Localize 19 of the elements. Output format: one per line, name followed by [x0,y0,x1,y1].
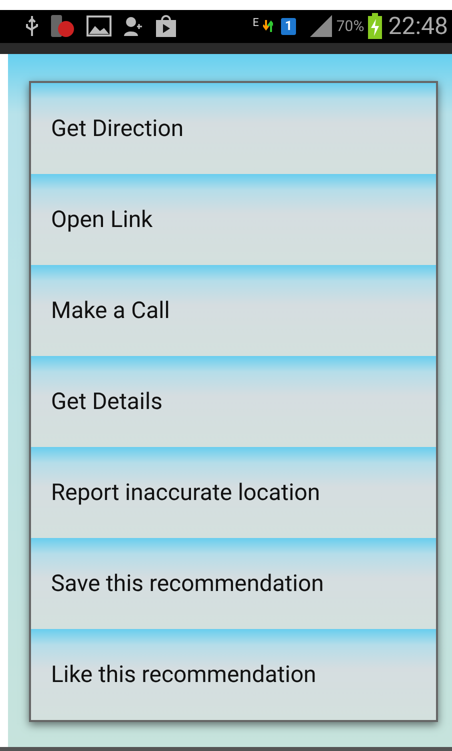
store-bag-icon [154,14,178,38]
network-type: E [252,16,259,30]
image-icon [86,15,112,38]
menu-item[interactable]: Get Details [31,356,436,448]
battery-charging-icon [368,13,382,40]
person-add-icon [122,15,144,38]
phone-record-icon [50,14,76,38]
menu-item[interactable]: Report inaccurate location [31,447,436,538]
menu-item[interactable]: Open Link [31,174,436,266]
usb-icon [24,15,40,38]
clock: 22:48 [388,12,448,40]
battery-percent: 70% [336,17,364,36]
menu-item[interactable]: Save this recommendation [31,538,436,630]
menu-item[interactable]: Make a Call [31,265,436,356]
menu-item[interactable]: Get Direction [31,83,436,174]
menu-item[interactable]: Like this recommendation [31,629,436,720]
sim-badge: 1 [280,18,296,35]
data-arrows-icon [262,20,273,32]
signal-icon [310,15,332,38]
